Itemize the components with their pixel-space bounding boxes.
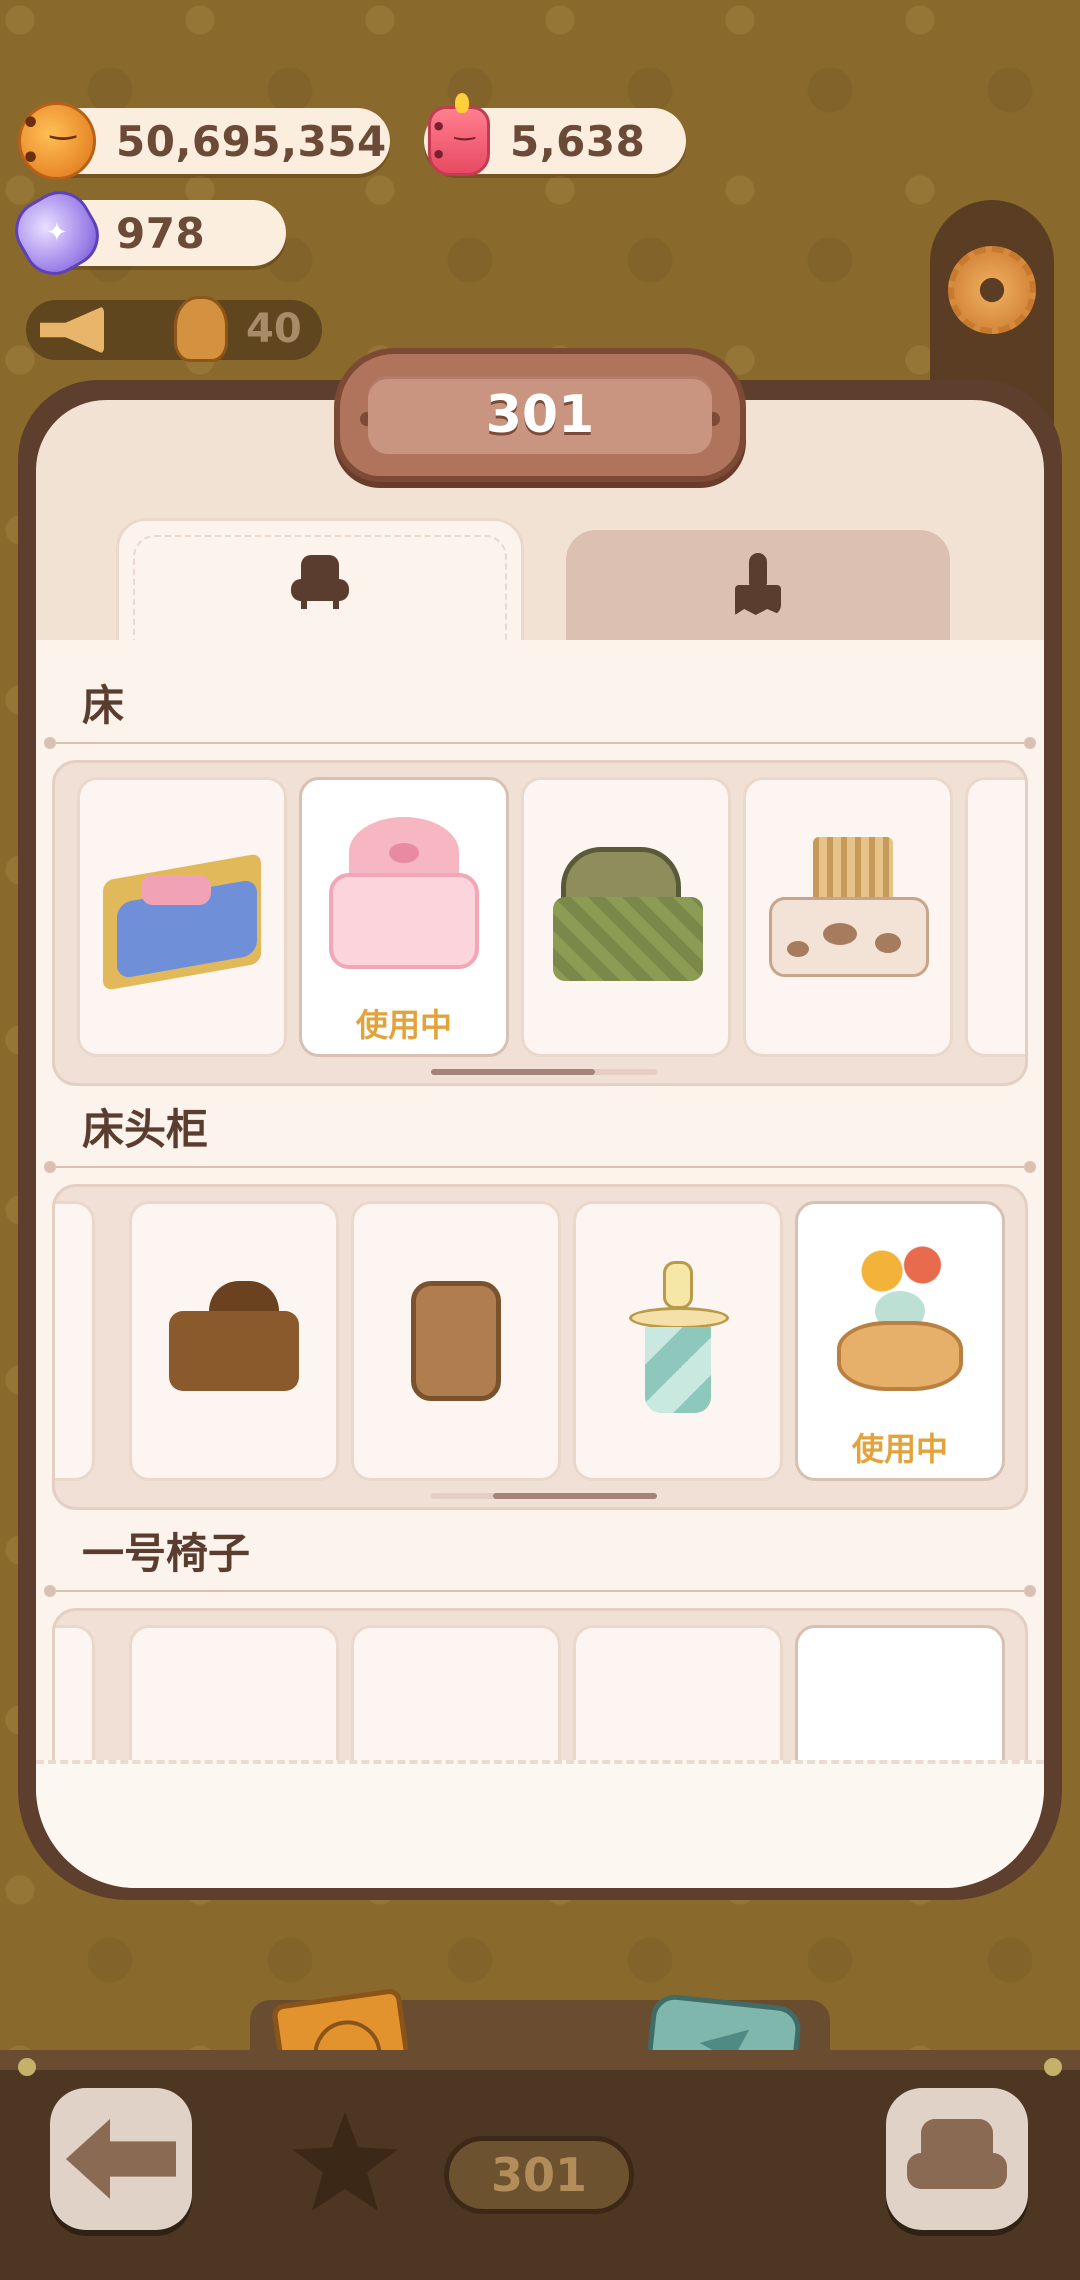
settings-gear-icon[interactable]: [948, 246, 1036, 334]
item-row-beds[interactable]: 使用中: [52, 760, 1028, 1086]
item-card-partial[interactable]: [965, 777, 1025, 1057]
sofa-icon: [907, 2119, 1007, 2199]
item-row-chairs[interactable]: [52, 1608, 1028, 1760]
candy-currency[interactable]: ✦ 978: [3, 179, 286, 287]
in-use-label: 使用中: [355, 1006, 452, 1044]
arrow-left-icon: [66, 2119, 176, 2199]
furniture-panel: 床 使用中 床头柜 使用中 一号椅子: [36, 400, 1044, 1888]
item-card-blue-bed[interactable]: [77, 777, 287, 1057]
scrollbar-thumb[interactable]: [493, 1493, 657, 1499]
candle-currency[interactable]: • ‿ • 5,638: [424, 93, 686, 176]
room-number-pill[interactable]: 301: [444, 2136, 634, 2214]
bolt: [18, 2058, 36, 2076]
section-title-bed: 床: [82, 681, 125, 730]
item-card-green-plaid-bed[interactable]: [521, 777, 731, 1057]
item-card-lamp-nightstand[interactable]: [573, 1201, 783, 1481]
notice-bar[interactable]: 40: [26, 296, 322, 362]
item-card-pink-stool[interactable]: [573, 1625, 783, 1760]
green-plaid-bed-image: [541, 837, 711, 997]
scrollbar-thumb[interactable]: [431, 1069, 595, 1075]
candle-gem-icon: • ‿ •: [428, 93, 490, 176]
megaphone-icon: [40, 306, 104, 354]
paint-brush-icon: [733, 553, 783, 617]
cookie-currency[interactable]: • ‿ • 50,695,354: [18, 102, 390, 180]
item-card-partial[interactable]: [55, 1201, 95, 1481]
item-card-partial[interactable]: [55, 1625, 95, 1760]
furniture-button[interactable]: [886, 2088, 1028, 2230]
item-card-pink-canopy-bed[interactable]: 使用中: [299, 777, 509, 1057]
item-card-cow-print-chair[interactable]: [351, 1625, 561, 1760]
gingerbread-icon: [174, 296, 228, 362]
tab-decorate[interactable]: [566, 530, 950, 640]
divider: [44, 737, 1036, 749]
scrollbar-beds[interactable]: [431, 1069, 657, 1075]
item-card-cow-print-bed[interactable]: [743, 777, 953, 1057]
blue-bed-image: [97, 837, 267, 997]
cookie-coin-icon: • ‿ •: [18, 102, 96, 180]
armchair-icon: [291, 555, 349, 609]
pink-canopy-bed-image: [319, 817, 489, 977]
divider: [44, 1161, 1036, 1173]
section-title-chair: 一号椅子: [82, 1529, 251, 1578]
scrollbar-nightstands[interactable]: [431, 1493, 657, 1499]
tab-furniture[interactable]: [116, 518, 524, 643]
flower-nightstand-image: [815, 1241, 985, 1401]
room-number: 301: [368, 376, 712, 454]
divider: [44, 1585, 1036, 1597]
section-title-nightstand: 床头柜: [82, 1105, 209, 1154]
in-use-label: 使用中: [851, 1430, 948, 1468]
item-row-nightstands[interactable]: 使用中: [52, 1184, 1028, 1510]
item-list[interactable]: 床 使用中 床头柜 使用中 一号椅子: [36, 640, 1044, 1760]
barrel-nightstand-image: [371, 1261, 541, 1421]
radio-nightstand-image: [149, 1261, 319, 1421]
bolt: [1044, 2058, 1062, 2076]
item-card-flower-nightstand[interactable]: 使用中: [795, 1201, 1005, 1481]
notice-count: 40: [246, 306, 302, 352]
item-card-barrel-nightstand[interactable]: [351, 1201, 561, 1481]
room-plaque: 301: [334, 348, 746, 482]
lamp-nightstand-image: [593, 1261, 763, 1421]
back-button[interactable]: [50, 2088, 192, 2230]
item-card-rattan-chair[interactable]: [795, 1625, 1005, 1760]
cow-print-bed-image: [763, 837, 933, 997]
item-card-radio-nightstand[interactable]: [129, 1201, 339, 1481]
panel-footer: [36, 1760, 1044, 1888]
item-card-dark-wood-chair[interactable]: [129, 1625, 339, 1760]
candy-icon: ✦: [3, 179, 111, 287]
